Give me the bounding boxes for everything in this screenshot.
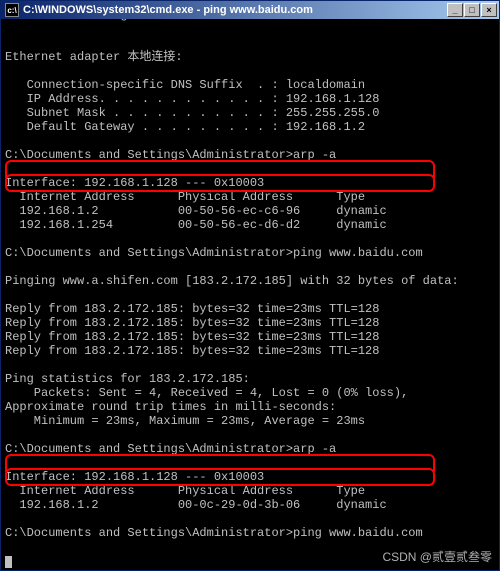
terminal-line bbox=[5, 456, 495, 470]
terminal-line: Pinging www.a.shifen.com [183.2.172.185]… bbox=[5, 274, 495, 288]
terminal-line: Reply from 183.2.172.185: bytes=32 time=… bbox=[5, 344, 495, 358]
terminal-line: IP Address. . . . . . . . . . . . : 192.… bbox=[5, 92, 495, 106]
maximize-button[interactable]: □ bbox=[464, 3, 480, 17]
terminal-line bbox=[5, 358, 495, 372]
terminal-line: C:\Documents and Settings\Administrator>… bbox=[5, 442, 495, 456]
terminal-line: Internet Address Physical Address Type bbox=[5, 190, 495, 204]
window-buttons: _ □ × bbox=[447, 3, 497, 17]
terminal-line: C:\Documents and Settings\Administrator>… bbox=[5, 148, 495, 162]
terminal-cursor-line bbox=[5, 554, 495, 568]
terminal-line: Interface: 192.168.1.128 --- 0x10003 bbox=[5, 470, 495, 484]
terminal-line bbox=[5, 36, 495, 50]
cmd-icon: c:\ bbox=[5, 3, 19, 17]
terminal-output[interactable]: Microsoft Windows [版本 5.2.3790](C) 版权所有 … bbox=[1, 19, 499, 570]
minimize-button[interactable]: _ bbox=[447, 3, 463, 17]
terminal-line bbox=[5, 232, 495, 246]
terminal-line bbox=[5, 260, 495, 274]
terminal-line bbox=[5, 540, 495, 554]
terminal-line: Packets: Sent = 4, Received = 4, Lost = … bbox=[5, 386, 495, 400]
window-title: C:\WINDOWS\system32\cmd.exe - ping www.b… bbox=[23, 4, 447, 16]
terminal-line bbox=[5, 162, 495, 176]
terminal-line bbox=[5, 22, 495, 36]
terminal-line: 192.168.1.2 00-50-56-ec-c6-96 dynamic bbox=[5, 204, 495, 218]
terminal-line: 192.168.1.2 00-0c-29-0d-3b-06 dynamic bbox=[5, 498, 495, 512]
terminal-line bbox=[5, 288, 495, 302]
terminal-line: C:\Documents and Settings\Administrator>… bbox=[5, 246, 495, 260]
terminal-line: Ping statistics for 183.2.172.185: bbox=[5, 372, 495, 386]
title-bar[interactable]: c:\ C:\WINDOWS\system32\cmd.exe - ping w… bbox=[1, 1, 499, 19]
terminal-line: 192.168.1.254 00-50-56-ec-d6-d2 dynamic bbox=[5, 218, 495, 232]
terminal-line: Ethernet adapter 本地连接: bbox=[5, 50, 495, 64]
cmd-window: c:\ C:\WINDOWS\system32\cmd.exe - ping w… bbox=[0, 0, 500, 571]
terminal-line: Connection-specific DNS Suffix . : local… bbox=[5, 78, 495, 92]
terminal-line: Internet Address Physical Address Type bbox=[5, 484, 495, 498]
terminal-line bbox=[5, 428, 495, 442]
terminal-line: Interface: 192.168.1.128 --- 0x10003 bbox=[5, 176, 495, 190]
terminal-line: Default Gateway . . . . . . . . . : 192.… bbox=[5, 120, 495, 134]
close-button[interactable]: × bbox=[481, 3, 497, 17]
terminal-line bbox=[5, 134, 495, 148]
cursor-icon bbox=[5, 556, 12, 568]
terminal-line bbox=[5, 512, 495, 526]
terminal-line: C:\Documents and Settings\Administrator>… bbox=[5, 526, 495, 540]
terminal-line bbox=[5, 64, 495, 78]
terminal-line: Reply from 183.2.172.185: bytes=32 time=… bbox=[5, 330, 495, 344]
terminal-line: Approximate round trip times in milli-se… bbox=[5, 400, 495, 414]
terminal-line: Reply from 183.2.172.185: bytes=32 time=… bbox=[5, 302, 495, 316]
terminal-line: Reply from 183.2.172.185: bytes=32 time=… bbox=[5, 316, 495, 330]
terminal-line: Subnet Mask . . . . . . . . . . . : 255.… bbox=[5, 106, 495, 120]
terminal-line: Minimum = 23ms, Maximum = 23ms, Average … bbox=[5, 414, 495, 428]
